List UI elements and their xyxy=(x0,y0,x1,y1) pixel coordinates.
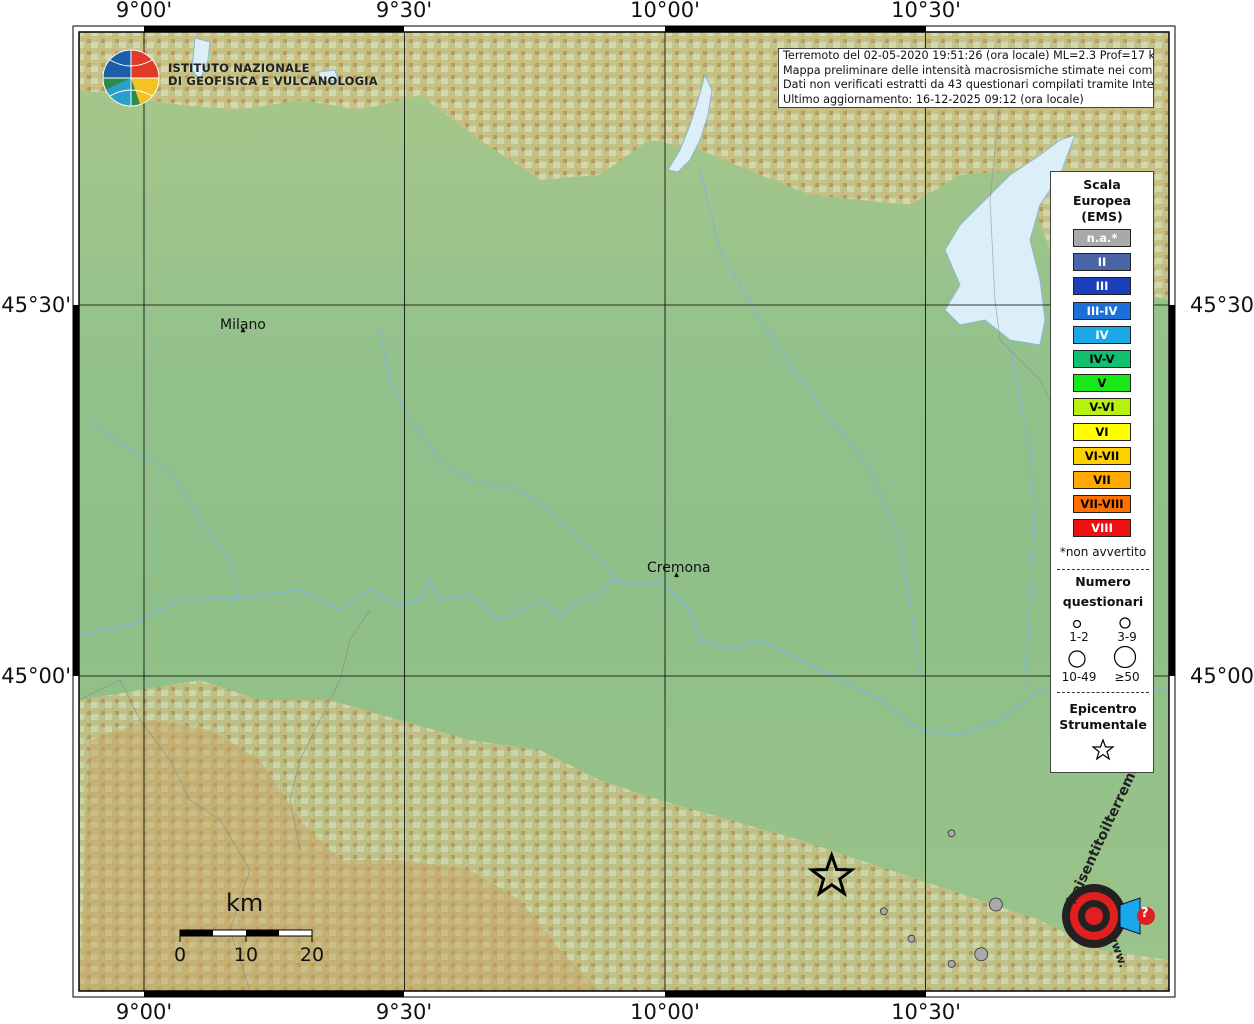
legend-count-50: ≥50 xyxy=(1114,670,1140,684)
legend-intensity-swatch: n.a.* xyxy=(1073,229,1131,247)
legend-epicenter-1: Epicentro xyxy=(1069,701,1137,716)
lat-label-right: 45°30' xyxy=(1190,293,1254,317)
legend-intensity-swatch: IV-V xyxy=(1073,350,1131,368)
legend-intensity-swatch: III-IV xyxy=(1073,301,1131,320)
legend-separator xyxy=(1057,692,1149,693)
questionnaire-point xyxy=(974,947,989,962)
legend-count-3-9: 3-9 xyxy=(1117,630,1137,644)
scale-tick-label: 10 xyxy=(233,944,259,966)
lon-label-bottom: 9°30' xyxy=(375,1000,433,1024)
legend-count-symbol xyxy=(1072,619,1082,629)
questionnaire-point xyxy=(879,907,888,916)
institute-line2: DI GEOFISICA E VULCANOLOGIA xyxy=(168,74,378,88)
legend-intensity-swatch: VI xyxy=(1073,422,1131,441)
legend-footnote: *non avvertito xyxy=(1059,545,1147,559)
lat-label-right: 45°00' xyxy=(1190,664,1254,688)
legend-intensity-swatch: III xyxy=(1073,277,1131,296)
legend-count-title-2: questionari xyxy=(1062,594,1144,609)
legend-title-line1: Scala xyxy=(1083,177,1121,192)
legend-intensity-swatch: VI-VII xyxy=(1073,446,1131,465)
event-info-line1: Terremoto del 02-05-2020 19:51:26 (ora l… xyxy=(783,49,1154,62)
questionnaire-point xyxy=(988,897,1003,912)
lon-label-top: 9°00' xyxy=(115,0,173,22)
legend-count-symbol xyxy=(1113,645,1137,669)
lon-label-top: 10°30' xyxy=(891,0,961,22)
city-label-cremona: Cremona xyxy=(647,560,711,576)
legend-intensity-swatch: IV xyxy=(1073,325,1131,344)
legend-epicenter-2: Strumentale xyxy=(1059,717,1147,732)
event-info-line3: Dati non verificati estratti da 43 quest… xyxy=(783,78,1154,91)
legend-intensity-swatch: II xyxy=(1073,253,1131,272)
legend-separator xyxy=(1057,569,1149,570)
lon-label-bottom: 10°30' xyxy=(891,1000,961,1024)
terrain-layer xyxy=(79,32,1169,991)
lon-label-bottom: 10°00' xyxy=(630,1000,700,1024)
legend-panel: Scala Europea (EMS) n.a.* II III III-IV IV IV… xyxy=(1050,171,1154,773)
legend-intensity-swatch: V-VI xyxy=(1073,398,1131,417)
map-figure: 9°00' 9°30' 10°00' 10°30' 9°00' 9°30' 10… xyxy=(0,0,1254,1024)
legend-count-title-1: Numero xyxy=(1075,574,1131,589)
legend-title: Scala Europea (EMS) xyxy=(1051,177,1153,225)
event-info-box: Terremoto del 02-05-2020 19:51:26 (ora l… xyxy=(778,48,1154,108)
ingv-logo-icon xyxy=(102,49,160,107)
lon-label-top: 10°00' xyxy=(630,0,700,22)
brand-qmark: ? xyxy=(1141,906,1149,921)
city-label-milano: Milano xyxy=(220,317,266,333)
legend-count-symbol xyxy=(1068,650,1086,668)
legend-intensity-swatch: VIII xyxy=(1073,519,1131,538)
legend-title-line3: (EMS) xyxy=(1081,209,1123,224)
event-info-line4: Ultimo aggiornamento: 16-12-2025 09:12 (… xyxy=(783,92,1084,106)
scale-tick-label: 0 xyxy=(173,944,187,966)
brand-qmark-icon: ? xyxy=(1141,906,1149,921)
questionnaire-point xyxy=(947,829,956,838)
lon-label-bottom: 9°00' xyxy=(115,1000,173,1024)
legend-intensity-swatch: VII-VIII xyxy=(1073,495,1131,514)
scale-tick-label: 20 xyxy=(299,944,325,966)
questionnaire-point xyxy=(907,934,916,943)
event-info-line2: Mappa preliminare delle intensità macros… xyxy=(783,63,1154,77)
legend-count-symbol xyxy=(1119,617,1131,629)
institute-name: ISTITUTO NAZIONALE DI GEOFISICA E VULCAN… xyxy=(168,62,378,88)
legend-intensity-swatch: V xyxy=(1073,374,1131,393)
legend-title-line2: Europea xyxy=(1072,193,1132,208)
legend-intensity-swatch: VII xyxy=(1073,471,1131,489)
questionnaire-point xyxy=(947,959,956,968)
lat-label-left: 45°00' xyxy=(1,664,71,688)
legend-star-icon xyxy=(1091,738,1115,761)
lat-label-left: 45°30' xyxy=(1,293,71,317)
lon-label-top: 9°30' xyxy=(375,0,433,22)
scale-unit-label: km xyxy=(226,889,264,917)
